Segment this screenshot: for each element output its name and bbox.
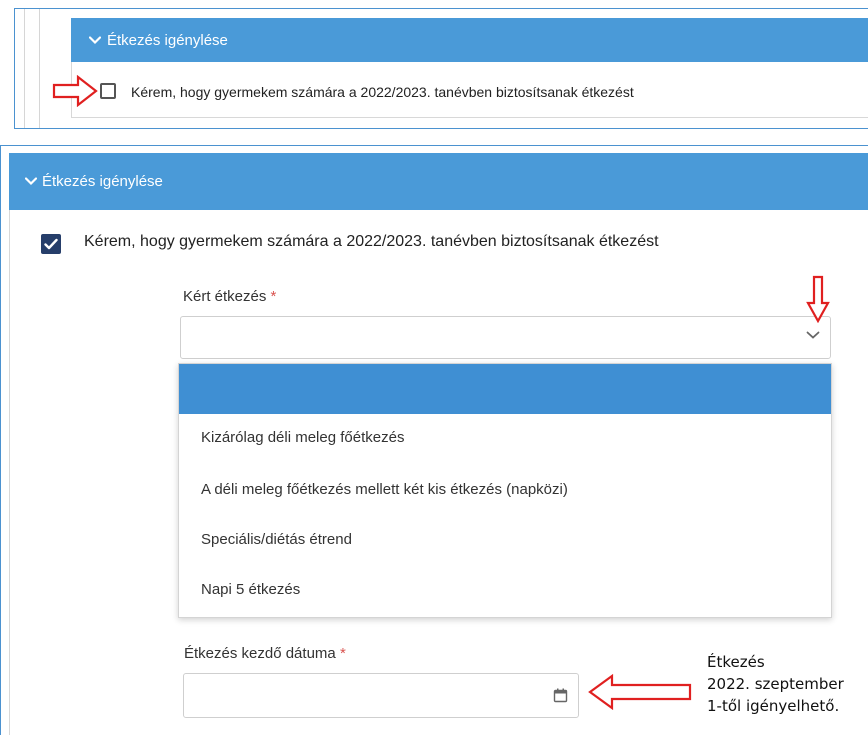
meal-type-label-text: Kért étkezés bbox=[183, 288, 267, 305]
calendar-icon[interactable] bbox=[553, 688, 568, 703]
chevron-down-icon bbox=[24, 173, 38, 190]
bottom-section-header[interactable]: Étkezés igénylése bbox=[9, 153, 868, 210]
meal-type-label: Kért étkezés * bbox=[183, 288, 276, 305]
meal-request-checkbox-checked[interactable] bbox=[41, 234, 61, 254]
meal-request-label[interactable]: Kérem, hogy gyermekem számára a 2022/202… bbox=[84, 233, 659, 251]
panel-divider bbox=[24, 9, 25, 128]
dropdown-option-lunch-only[interactable]: Kizárólag déli meleg főétkezés bbox=[201, 429, 404, 446]
required-mark: * bbox=[270, 288, 277, 305]
red-arrow-left-icon bbox=[588, 674, 692, 710]
annotation-line-3: 1-től igényelhető. bbox=[707, 697, 840, 715]
chevron-down-icon bbox=[806, 331, 820, 339]
section-title: Étkezés igénylése bbox=[42, 173, 163, 190]
dropdown-option-five-meals[interactable]: Napi 5 étkezés bbox=[201, 581, 300, 598]
required-mark: * bbox=[339, 645, 346, 662]
dropdown-option-empty[interactable] bbox=[179, 364, 831, 414]
dropdown-option-lunch-plus-snacks[interactable]: A déli meleg főétkezés mellett két kis é… bbox=[201, 481, 568, 498]
red-arrow-right-icon bbox=[52, 75, 98, 107]
annotation-line-1: Étkezés bbox=[707, 653, 765, 671]
meal-type-dropdown: Kizárólag déli meleg főétkezés A déli me… bbox=[178, 363, 832, 618]
start-date-label-text: Étkezés kezdő dátuma bbox=[184, 645, 336, 662]
top-section-header[interactable]: Étkezés igénylése bbox=[71, 18, 868, 62]
meal-request-checkbox[interactable] bbox=[100, 83, 116, 99]
dropdown-option-special-diet[interactable]: Speciális/diétás étrend bbox=[201, 531, 352, 548]
start-date-input[interactable] bbox=[183, 673, 579, 718]
checkmark-icon bbox=[44, 238, 58, 250]
chevron-down-icon bbox=[88, 32, 102, 49]
meal-request-label[interactable]: Kérem, hogy gyermekem számára a 2022/202… bbox=[131, 84, 634, 100]
meal-type-select[interactable] bbox=[180, 316, 831, 359]
section-title: Étkezés igénylése bbox=[107, 31, 228, 49]
annotation-line-2: 2022. szeptember bbox=[707, 675, 844, 693]
panel-divider bbox=[39, 9, 40, 128]
start-date-label: Étkezés kezdő dátuma * bbox=[184, 645, 346, 662]
red-arrow-down-icon bbox=[806, 275, 830, 323]
